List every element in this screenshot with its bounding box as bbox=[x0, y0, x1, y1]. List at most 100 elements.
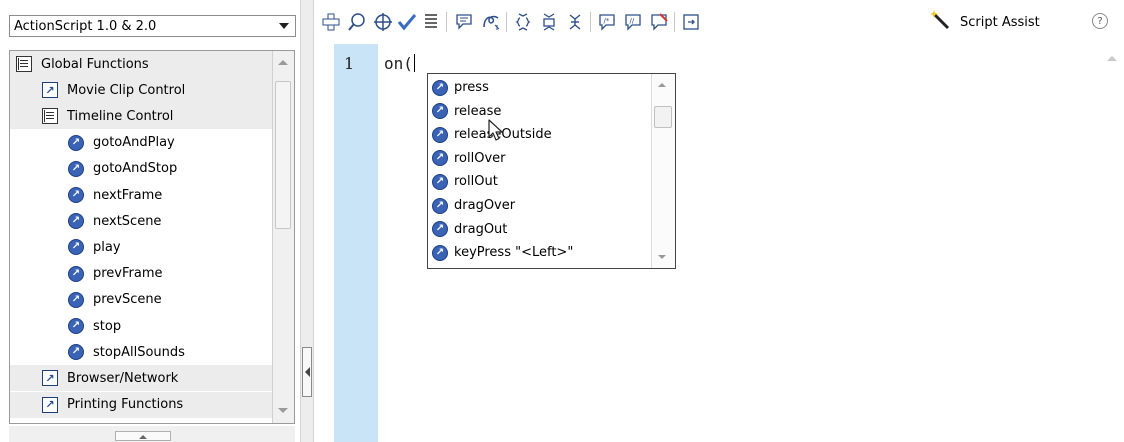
code-hint-label: release bbox=[454, 103, 502, 119]
code-hint-label: dragOut bbox=[454, 221, 508, 237]
tree-item[interactable]: ↗ Printing Functions bbox=[10, 391, 272, 418]
tree-item[interactable]: ↗ stop bbox=[10, 313, 272, 339]
magic-wand-icon bbox=[930, 10, 952, 34]
tree-item[interactable]: ↗ nextScene bbox=[10, 208, 272, 234]
code-hint-icon[interactable] bbox=[454, 11, 476, 33]
blue-book-icon: ↗ bbox=[42, 370, 58, 387]
code-hint-item[interactable]: ↗ rollOver bbox=[432, 147, 506, 170]
code-hint-item[interactable]: ↗ rollOut bbox=[432, 170, 498, 193]
collapse-braces-icon[interactable] bbox=[512, 11, 534, 33]
tree-item-label: Timeline Control bbox=[67, 108, 174, 124]
tree-item[interactable]: ↗ gotoAndPlay bbox=[10, 130, 272, 156]
script-assist-button[interactable]: Script Assist bbox=[930, 10, 1040, 34]
tree-item[interactable]: ↗ Browser/Network bbox=[10, 365, 272, 392]
collapse-panel-arrow-icon[interactable] bbox=[302, 347, 312, 397]
debug-options-icon[interactable] bbox=[480, 11, 502, 33]
tree-item[interactable]: Timeline Control bbox=[10, 103, 272, 130]
actions-toolbox-panel: ActionScript 1.0 & 2.0 Global Functions ↗… bbox=[0, 0, 300, 442]
event-icon: ↗ bbox=[432, 173, 448, 190]
scroll-down-arrow-icon[interactable] bbox=[658, 255, 666, 259]
tree-item[interactable]: ↗ prevScene bbox=[10, 287, 272, 313]
tree-item-label: prevFrame bbox=[93, 266, 163, 282]
panel-splitter[interactable] bbox=[300, 0, 314, 442]
script-assist-label: Script Assist bbox=[960, 14, 1040, 30]
check-syntax-icon[interactable] bbox=[396, 11, 418, 33]
auto-format-icon[interactable] bbox=[420, 11, 442, 33]
tree-item[interactable]: ↗ nextFrame bbox=[10, 182, 272, 208]
code-hint-label: rollOver bbox=[454, 150, 506, 166]
function-icon: ↗ bbox=[68, 239, 84, 256]
scroll-up-arrow-icon[interactable] bbox=[1107, 56, 1117, 61]
toolbar-separator bbox=[590, 12, 591, 32]
script-toolbar: /* // Script Assist ? bbox=[314, 0, 1124, 44]
tree-item-label: Movie Clip Control bbox=[67, 82, 186, 98]
help-icon[interactable]: ? bbox=[1092, 13, 1108, 29]
blue-book-icon: ↗ bbox=[42, 396, 58, 413]
tree-item-label: play bbox=[93, 239, 121, 255]
target-icon[interactable] bbox=[372, 11, 394, 33]
event-icon: ↗ bbox=[432, 126, 448, 143]
function-icon: ↗ bbox=[68, 134, 84, 151]
book-icon bbox=[16, 56, 32, 72]
code-line[interactable]: on( bbox=[384, 54, 415, 73]
tree-item[interactable]: ↗ prevFrame bbox=[10, 261, 272, 287]
event-icon: ↗ bbox=[432, 103, 448, 120]
scrollbar-thumb[interactable] bbox=[275, 81, 291, 229]
line-number-gutter: 1 bbox=[334, 44, 378, 442]
toolbar-separator bbox=[674, 12, 675, 32]
tree-scrollbar[interactable] bbox=[272, 51, 294, 423]
editor-scrollbar[interactable] bbox=[1100, 44, 1124, 442]
apply-block-comment-icon[interactable]: /* bbox=[596, 11, 618, 33]
code-hint-label: press bbox=[454, 80, 489, 95]
event-icon: ↗ bbox=[432, 150, 448, 167]
function-icon: ↗ bbox=[68, 265, 84, 282]
actionscript-version-select[interactable]: ActionScript 1.0 & 2.0 bbox=[9, 15, 296, 37]
scroll-down-arrow-icon[interactable] bbox=[278, 408, 288, 413]
version-select-value: ActionScript 1.0 & 2.0 bbox=[14, 18, 157, 34]
tree-resize-bar bbox=[9, 426, 295, 442]
tree-item-label: Global Functions bbox=[41, 56, 149, 72]
chevron-down-icon[interactable] bbox=[273, 16, 295, 36]
popup-scrollbar[interactable] bbox=[651, 74, 675, 268]
book-icon bbox=[42, 108, 58, 125]
code-text: on( bbox=[384, 54, 413, 73]
tree-item-label: gotoAndPlay bbox=[93, 135, 175, 151]
code-hint-item[interactable]: ↗ dragOut bbox=[432, 218, 507, 241]
tree-item-label: stopAllSounds bbox=[93, 344, 185, 360]
tree-item-label: prevScene bbox=[93, 292, 162, 308]
toolbar-separator bbox=[446, 12, 447, 32]
svg-text:/*: /* bbox=[604, 17, 610, 25]
code-hint-item[interactable]: ↗ press bbox=[432, 76, 489, 99]
collapse-toggle-button[interactable] bbox=[115, 431, 171, 441]
tree-item[interactable]: ↗ Movie Clip Control bbox=[10, 77, 272, 104]
expand-all-icon[interactable] bbox=[564, 11, 586, 33]
code-hint-item[interactable]: ↗ keyPress "<Left>" bbox=[432, 241, 573, 264]
code-hint-item[interactable]: ↗ dragOver bbox=[432, 194, 515, 217]
tree-item-label: Printing Functions bbox=[67, 397, 184, 413]
scrollbar-thumb[interactable] bbox=[654, 106, 672, 128]
find-icon[interactable] bbox=[346, 11, 368, 33]
add-item-icon[interactable] bbox=[320, 11, 342, 33]
show-hide-toolbox-icon[interactable] bbox=[680, 11, 702, 33]
function-icon: ↗ bbox=[68, 291, 84, 308]
event-icon: ↗ bbox=[432, 197, 448, 214]
collapse-selection-icon[interactable] bbox=[538, 11, 560, 33]
tree-item[interactable]: ↗ play bbox=[10, 234, 272, 260]
code-hint-label: dragOver bbox=[454, 198, 516, 213]
function-icon: ↗ bbox=[68, 344, 84, 361]
tree-item[interactable]: ↗ stopAllSounds bbox=[10, 339, 272, 365]
svg-text://: // bbox=[630, 17, 635, 25]
blue-book-icon: ↗ bbox=[42, 82, 58, 99]
tree-item[interactable]: ↗ gotoAndStop bbox=[10, 156, 272, 182]
tree-item-label: nextScene bbox=[93, 213, 162, 229]
line-number: 1 bbox=[344, 54, 355, 73]
tree-item-label: stop bbox=[93, 318, 122, 334]
tree-item[interactable]: Global Functions bbox=[10, 51, 272, 77]
function-icon: ↗ bbox=[68, 318, 84, 334]
scroll-up-arrow-icon[interactable] bbox=[658, 83, 666, 87]
text-caret bbox=[413, 54, 415, 72]
tree-item-label: gotoAndStop bbox=[93, 161, 178, 177]
remove-comment-icon[interactable] bbox=[648, 11, 670, 33]
apply-line-comment-icon[interactable]: // bbox=[622, 11, 644, 33]
scroll-up-arrow-icon[interactable] bbox=[278, 60, 288, 65]
